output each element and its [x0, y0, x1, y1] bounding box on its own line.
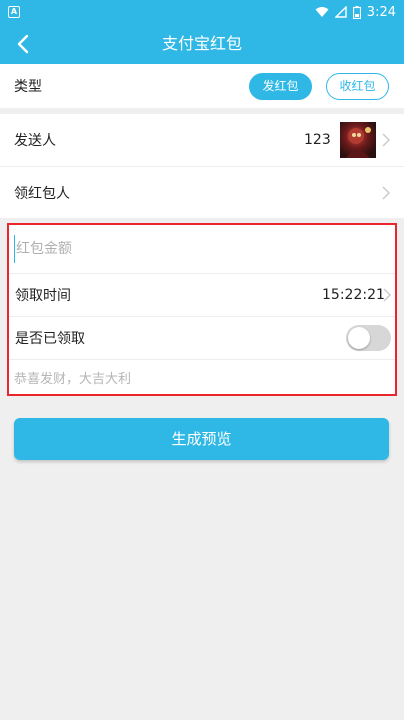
status-bar: A 3:24 — [0, 0, 404, 24]
status-bar-right: 3:24 — [315, 5, 396, 20]
amount-row — [9, 225, 395, 274]
sender-name: 123 — [304, 132, 331, 148]
receiver-label: 领红包人 — [14, 185, 70, 202]
claimed-label: 是否已领取 — [15, 331, 85, 347]
toggle-knob — [348, 327, 370, 349]
app-notification-icon: A — [8, 6, 20, 18]
wifi-icon — [315, 7, 329, 17]
sender-avatar[interactable] — [340, 122, 376, 158]
status-time: 3:24 — [366, 4, 396, 20]
app-bar: 支付宝红包 — [0, 24, 404, 64]
receive-redpacket-tab[interactable]: 收红包 — [326, 73, 389, 100]
claim-time-label: 领取时间 — [15, 288, 71, 304]
bottom-edge — [0, 706, 404, 720]
redpacket-form: 领取时间 15:22:21 是否已领取 恭喜发财，大吉大利 — [7, 223, 397, 396]
amount-input[interactable] — [14, 235, 384, 263]
page-title: 支付宝红包 — [161, 34, 242, 53]
claim-time-value: 15:22:21 — [322, 287, 385, 303]
claimed-row: 是否已领取 — [9, 317, 395, 360]
receiver-row[interactable]: 领红包人 — [0, 166, 404, 218]
status-bar-left: A — [8, 6, 20, 18]
send-redpacket-tab[interactable]: 发红包 — [249, 73, 312, 100]
sender-row[interactable]: 发送人 123 — [0, 114, 404, 166]
wish-row[interactable]: 恭喜发财，大吉大利 — [9, 360, 395, 394]
chevron-right-icon — [382, 186, 390, 199]
battery-icon — [352, 5, 361, 19]
generate-preview-button[interactable]: 生成预览 — [14, 418, 389, 460]
claim-time-row[interactable]: 领取时间 15:22:21 — [9, 274, 395, 317]
type-row: 类型 发红包 收红包 — [0, 64, 404, 108]
sender-label: 发送人 — [14, 133, 56, 149]
signal-icon — [334, 6, 347, 18]
chevron-right-icon — [383, 288, 391, 302]
wish-text: 恭喜发财，大吉大利 — [14, 372, 132, 387]
type-label: 类型 — [14, 79, 42, 95]
chevron-right-icon — [382, 133, 390, 147]
claimed-toggle[interactable] — [346, 325, 391, 351]
